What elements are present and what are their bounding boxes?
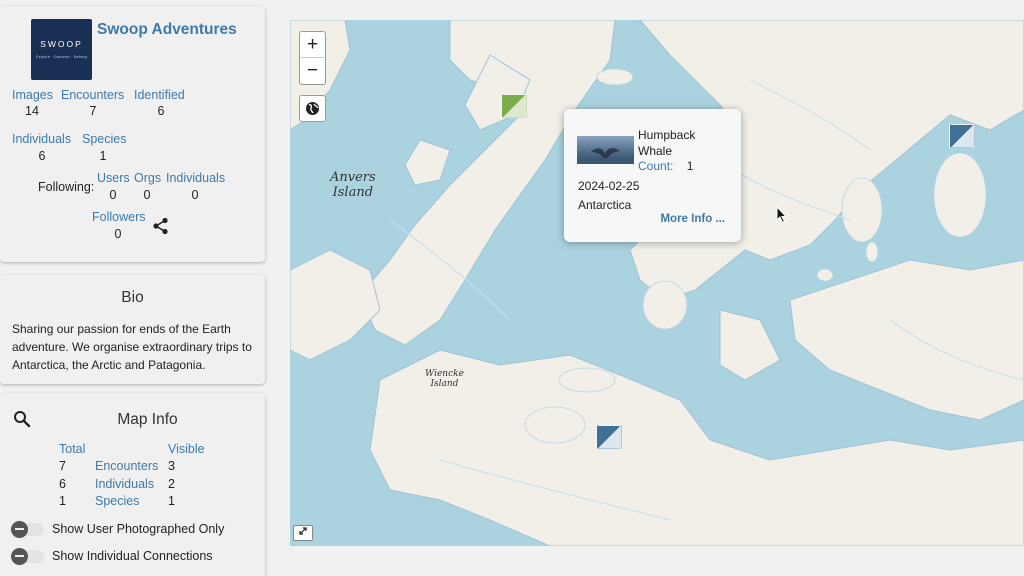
encounter-marker-green[interactable] bbox=[501, 94, 527, 118]
map-info-title: Map Info bbox=[117, 411, 178, 428]
encounter-marker-blue[interactable] bbox=[949, 124, 975, 148]
islet bbox=[816, 268, 834, 282]
islet bbox=[841, 177, 883, 243]
stat-species-value: 1 bbox=[99, 149, 107, 163]
logo-tagline: Explore · Discover · Belong bbox=[36, 55, 87, 59]
bio-card: Bio Sharing our passion for ends of the … bbox=[0, 275, 265, 384]
row-visible: 3 bbox=[168, 459, 175, 473]
org-name[interactable]: Swoop Adventures bbox=[97, 21, 237, 39]
stat-identified-label[interactable]: Identified bbox=[134, 88, 185, 102]
encounter-thumbnail[interactable] bbox=[577, 136, 634, 164]
following-label: Following: bbox=[38, 180, 95, 194]
row-visible: 1 bbox=[168, 494, 175, 508]
logo-wordmark: SWOOP bbox=[40, 39, 83, 49]
islet bbox=[524, 406, 586, 444]
row-visible: 2 bbox=[168, 477, 175, 491]
land-mass bbox=[719, 309, 781, 381]
popup-count: Count: 1 bbox=[638, 159, 693, 173]
map-tiles bbox=[290, 20, 1024, 546]
land-mass bbox=[789, 259, 1024, 421]
individual-connections-toggle[interactable] bbox=[11, 548, 44, 565]
individual-connections-label: Show Individual Connections bbox=[52, 549, 213, 563]
stat-images-value: 14 bbox=[25, 104, 39, 118]
popup-species: Humpback Whale bbox=[638, 128, 696, 158]
popup-location: Antarctica bbox=[578, 198, 632, 212]
stat-encounters-label[interactable]: Encounters bbox=[61, 88, 124, 102]
user-photographed-toggle[interactable] bbox=[11, 521, 44, 538]
following-individuals-value: 0 bbox=[191, 188, 199, 202]
following-individuals-label[interactable]: Individuals bbox=[166, 171, 225, 185]
zoom-out-button[interactable]: − bbox=[299, 58, 326, 85]
islet bbox=[642, 280, 688, 330]
islet bbox=[865, 241, 879, 263]
row-total: 1 bbox=[59, 494, 66, 508]
row-label-individuals[interactable]: Individuals bbox=[95, 477, 154, 491]
popup-count-label: Count: bbox=[638, 159, 674, 173]
search-icon[interactable] bbox=[13, 410, 31, 428]
whale-tail-image bbox=[577, 148, 634, 164]
followers-label[interactable]: Followers bbox=[92, 210, 146, 224]
profile-card: SWOOP Explore · Discover · Belong Swoop … bbox=[0, 6, 265, 262]
row-label-encounters[interactable]: Encounters bbox=[95, 459, 158, 473]
stat-individuals-label[interactable]: Individuals bbox=[12, 132, 71, 146]
popup-date: 2024-02-25 bbox=[578, 179, 640, 193]
islet bbox=[933, 152, 987, 238]
encounter-marker-blue[interactable] bbox=[596, 425, 622, 449]
following-users-label[interactable]: Users bbox=[97, 171, 130, 185]
org-logo: SWOOP Explore · Discover · Belong bbox=[31, 19, 92, 80]
bio-text: Sharing our passion for ends of the Eart… bbox=[12, 322, 252, 372]
stat-species-label[interactable]: Species bbox=[82, 132, 126, 146]
toggle-knob bbox=[11, 521, 28, 538]
islet bbox=[596, 68, 634, 86]
col-total-header: Total bbox=[59, 442, 86, 456]
share-icon[interactable] bbox=[152, 217, 170, 235]
map-info-card: Map Info Total Visible 7 Encounters 3 6 … bbox=[0, 393, 265, 576]
more-info-link[interactable]: More Info ... bbox=[660, 213, 725, 225]
globe-button[interactable] bbox=[299, 95, 326, 122]
encounter-popup: Humpback Whale Count: 1 2024-02-25 Antar… bbox=[564, 109, 741, 242]
following-orgs-value: 0 bbox=[143, 188, 151, 202]
following-orgs-label[interactable]: Orgs bbox=[134, 171, 161, 185]
stat-encounters-value: 7 bbox=[89, 104, 97, 118]
encounter-map[interactable]: Anvers Island Wiencke Island + − Humpbac… bbox=[290, 20, 1024, 546]
globe-icon bbox=[306, 102, 319, 115]
stat-images-label[interactable]: Images bbox=[12, 88, 53, 102]
zoom-in-button[interactable]: + bbox=[299, 31, 326, 58]
popup-count-value: 1 bbox=[686, 159, 694, 173]
bio-title: Bio bbox=[121, 289, 144, 306]
row-label-species[interactable]: Species bbox=[95, 494, 139, 508]
stat-individuals-value: 6 bbox=[38, 149, 46, 163]
row-total: 6 bbox=[59, 477, 66, 491]
stat-identified-value: 6 bbox=[157, 104, 165, 118]
row-total: 7 bbox=[59, 459, 66, 473]
col-visible-header: Visible bbox=[168, 442, 205, 456]
expand-icon bbox=[299, 527, 307, 535]
toggle-knob bbox=[11, 548, 28, 565]
fullscreen-button[interactable] bbox=[293, 525, 313, 541]
land-mass bbox=[404, 139, 451, 186]
map-label-anvers: Anvers Island bbox=[330, 170, 376, 200]
followers-value: 0 bbox=[114, 227, 122, 241]
land-mass bbox=[290, 249, 381, 361]
mouse-pointer-icon bbox=[776, 205, 788, 229]
islet bbox=[558, 367, 616, 393]
user-photographed-label: Show User Photographed Only bbox=[52, 522, 225, 536]
map-label-wiencke: Wiencke Island bbox=[425, 369, 464, 389]
